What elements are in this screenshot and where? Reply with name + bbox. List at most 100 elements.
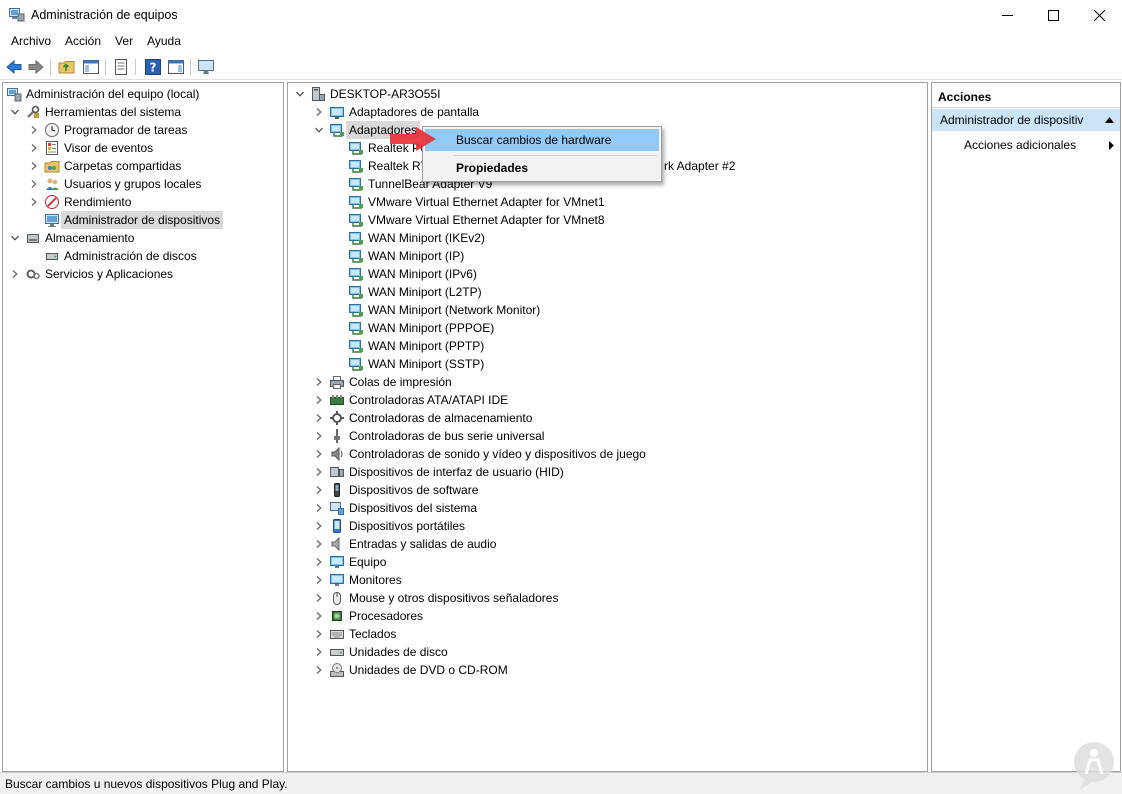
device-tree-item[interactable]: WAN Miniport (IP)	[288, 247, 927, 265]
properties-icon[interactable]	[112, 58, 130, 76]
chevron-right-icon[interactable]	[315, 522, 323, 530]
chevron-right-icon[interactable]	[315, 378, 323, 386]
console-tree-pane[interactable]: Administración del equipo (local) Herrami…	[2, 82, 284, 772]
forward-icon[interactable]	[27, 58, 45, 76]
chevron-right-icon[interactable]	[315, 468, 323, 476]
device-tree-item[interactable]: Teclados	[288, 625, 927, 643]
close-button[interactable]	[1076, 0, 1122, 31]
chevron-right-icon[interactable]	[315, 450, 323, 458]
console-tree-item[interactable]: Administrador de dispositivos	[3, 211, 283, 229]
show-action-pane-icon[interactable]	[167, 58, 185, 76]
device-tree-item[interactable]: WAN Miniport (PPTP)	[288, 337, 927, 355]
chevron-right-icon[interactable]	[30, 198, 38, 206]
chevron-right-icon[interactable]	[11, 270, 19, 278]
device-tree-item[interactable]: DESKTOP-AR3O55I	[288, 85, 927, 103]
menu-ayuda[interactable]: Ayuda	[140, 31, 188, 53]
chevron-down-icon[interactable]	[11, 234, 19, 242]
properties-item[interactable]: Propiedades	[425, 157, 659, 179]
help-icon[interactable]: ?	[144, 58, 162, 76]
chevron-right-icon[interactable]	[30, 126, 38, 134]
up-folder-icon[interactable]	[58, 58, 76, 76]
device-tree-item[interactable]: Dispositivos de software	[288, 481, 927, 499]
device-tree-item[interactable]: Unidades de DVD o CD-ROM	[288, 661, 927, 679]
menu-archivo[interactable]: Archivo	[4, 31, 58, 53]
device-tree-item[interactable]: Monitores	[288, 571, 927, 589]
chevron-right-icon[interactable]	[315, 432, 323, 440]
device-tree-item[interactable]: WAN Miniport (SSTP)	[288, 355, 927, 373]
chevron-right-icon[interactable]	[315, 486, 323, 494]
chevron-right-icon[interactable]	[315, 396, 323, 404]
shared-folder-icon	[44, 161, 60, 173]
tree-item-label: Controladoras ATA/ATAPI IDE	[349, 393, 509, 407]
console-tree-item[interactable]: Herramientas del sistema	[3, 103, 283, 121]
actions-device-manager-section[interactable]: Administrador de dispositiv	[932, 109, 1120, 131]
device-tree-item[interactable]: VMware Virtual Ethernet Adapter for VMne…	[288, 211, 927, 229]
device-tree-item[interactable]: Adaptadores de pantalla	[288, 103, 927, 121]
chevron-down-icon[interactable]	[296, 90, 304, 98]
console-tree-item[interactable]: Visor de eventos	[3, 139, 283, 157]
chevron-right-icon[interactable]	[315, 504, 323, 512]
device-tree-item[interactable]: VMware Virtual Ethernet Adapter for VMne…	[288, 193, 927, 211]
chevron-right-icon[interactable]	[315, 558, 323, 566]
device-tree-item[interactable]: Mouse y otros dispositivos señaladores	[288, 589, 927, 607]
console-tree-item[interactable]: Almacenamiento	[3, 229, 283, 247]
console-tree-item[interactable]: Administración del equipo (local)	[3, 85, 283, 103]
device-tree-item[interactable]: WAN Miniport (Network Monitor)	[288, 301, 927, 319]
chevron-right-icon[interactable]	[315, 414, 323, 422]
device-tree-item[interactable]: Dispositivos de interfaz de usuario (HID…	[288, 463, 927, 481]
chevron-down-icon[interactable]	[11, 108, 19, 116]
device-tree-item[interactable]: WAN Miniport (IPv6)	[288, 265, 927, 283]
device-tree-item[interactable]: Controladoras de bus serie universal	[288, 427, 927, 445]
chevron-right-icon[interactable]	[315, 666, 323, 674]
device-tree-item[interactable]: Colas de impresión	[288, 373, 927, 391]
device-tree-item[interactable]: Equipo	[288, 553, 927, 571]
show-hide-tree-icon[interactable]	[82, 58, 100, 76]
title-bar: Administración de equipos	[0, 0, 1122, 31]
chevron-right-icon[interactable]	[315, 648, 323, 656]
device-tree-item[interactable]: Controladoras de almacenamiento	[288, 409, 927, 427]
menu-ver[interactable]: Ver	[108, 31, 140, 53]
chevron-right-icon[interactable]	[30, 162, 38, 170]
console-tree-item[interactable]: Servicios y Aplicaciones	[3, 265, 283, 283]
disk-icon	[46, 253, 58, 260]
console-tree-item[interactable]: Rendimiento	[3, 193, 283, 211]
chevron-right-icon[interactable]	[315, 108, 323, 116]
device-tree-item[interactable]: Unidades de disco	[288, 643, 927, 661]
tree-item-label: WAN Miniport (L2TP)	[368, 285, 482, 299]
console-tree-item[interactable]: Usuarios y grupos locales	[3, 175, 283, 193]
chevron-right-icon[interactable]	[315, 612, 323, 620]
console-tree-item[interactable]: Programador de tareas	[3, 121, 283, 139]
menu-accion[interactable]: Acción	[58, 31, 108, 53]
tree-item-label: Mouse y otros dispositivos señaladores	[349, 591, 559, 605]
keyboard-icon	[330, 630, 344, 639]
chevron-right-icon[interactable]	[30, 180, 38, 188]
device-tree-item[interactable]: Controladoras de sonido y vídeo y dispos…	[288, 445, 927, 463]
chevron-right-icon[interactable]	[315, 576, 323, 584]
chevron-down-icon[interactable]	[315, 126, 323, 134]
device-tree-item[interactable]: Controladoras ATA/ATAPI IDE	[288, 391, 927, 409]
tree-item-label: WAN Miniport (IP)	[368, 249, 465, 263]
device-tree-pane[interactable]: DESKTOP-AR3O55I Adaptadores de pantalla Ad…	[287, 82, 928, 772]
scan-hardware-changes-item[interactable]: Buscar cambios de hardware	[425, 129, 659, 151]
device-tree-item[interactable]: Procesadores	[288, 607, 927, 625]
dvd-icon	[330, 663, 344, 677]
chevron-right-icon[interactable]	[315, 594, 323, 602]
monitor-icon[interactable]	[197, 58, 215, 76]
device-tree-item[interactable]: Dispositivos del sistema	[288, 499, 927, 517]
tree-item-label: Equipo	[349, 555, 387, 569]
chevron-right-icon[interactable]	[315, 630, 323, 638]
device-tree-item[interactable]: Dispositivos portátiles	[288, 517, 927, 535]
device-tree-item[interactable]: Entradas y salidas de audio	[288, 535, 927, 553]
console-tree-item[interactable]: Administración de discos	[3, 247, 283, 265]
minimize-button[interactable]	[984, 0, 1030, 31]
console-tree-item[interactable]: Carpetas compartidas	[3, 157, 283, 175]
more-actions-item[interactable]: Acciones adicionales	[964, 135, 1120, 155]
back-icon[interactable]	[5, 58, 23, 76]
maximize-button[interactable]	[1030, 0, 1076, 31]
chevron-right-icon[interactable]	[30, 144, 38, 152]
device-tree-item[interactable]: WAN Miniport (L2TP)	[288, 283, 927, 301]
device-tree-item[interactable]: WAN Miniport (PPPOE)	[288, 319, 927, 337]
chevron-right-icon[interactable]	[315, 540, 323, 548]
storage-controller-icon	[330, 411, 344, 425]
device-tree-item[interactable]: WAN Miniport (IKEv2)	[288, 229, 927, 247]
